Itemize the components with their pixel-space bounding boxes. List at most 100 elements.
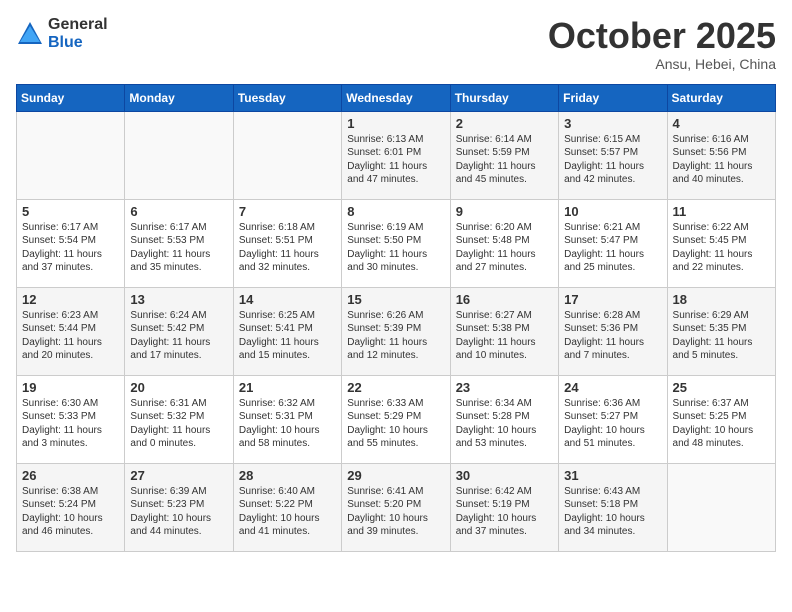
- day-number: 11: [673, 204, 770, 219]
- cell-sunrise-info: Sunrise: 6:30 AM Sunset: 5:33 PM Dayligh…: [22, 397, 119, 451]
- calendar-cell: 8Sunrise: 6:19 AM Sunset: 5:50 PM Daylig…: [342, 199, 450, 287]
- calendar-cell: 21 Sunrise: 6:32 AM Sunset: 5:31 PM Dayli…: [233, 375, 341, 463]
- calendar-table: SundayMondayTuesdayWednesdayThursdayFrid…: [16, 84, 776, 552]
- calendar-cell: 1 Sunrise: 6:13 AM Sunset: 6:01 PM Daylig…: [342, 111, 450, 199]
- day-number: 19: [22, 380, 119, 395]
- cell-sunrise-info: Sunrise: 6:23 AM Sunset: 5:44 PM Dayligh…: [22, 309, 119, 363]
- day-number: 6: [130, 204, 227, 219]
- cell-sunrise-info: Sunrise: 6:20 AM Sunset: 5:48 PM Dayligh…: [456, 221, 553, 275]
- day-number: 16: [456, 292, 553, 307]
- weekday-header-row: SundayMondayTuesdayWednesdayThursdayFrid…: [17, 84, 776, 111]
- calendar-cell: 11Sunrise: 6:22 AM Sunset: 5:45 PM Dayli…: [667, 199, 775, 287]
- calendar-cell: [233, 111, 341, 199]
- day-number: 3: [564, 116, 661, 131]
- day-number: 12: [22, 292, 119, 307]
- calendar-week-3: 19 Sunrise: 6:30 AM Sunset: 5:33 PM Dayli…: [17, 375, 776, 463]
- day-number: 22: [347, 380, 444, 395]
- month-title: October 2025: [548, 16, 776, 56]
- weekday-header-saturday: Saturday: [667, 84, 775, 111]
- cell-sunrise-info: Sunrise: 6:36 AM Sunset: 5:27 PM Dayligh…: [564, 397, 661, 451]
- calendar-cell: 16 Sunrise: 6:27 AM Sunset: 5:38 PM Dayli…: [450, 287, 558, 375]
- cell-sunrise-info: Sunrise: 6:42 AM Sunset: 5:19 PM Dayligh…: [456, 485, 553, 539]
- calendar-cell: 5 Sunrise: 6:17 AM Sunset: 5:54 PM Daylig…: [17, 199, 125, 287]
- day-number: 13: [130, 292, 227, 307]
- cell-sunrise-info: Sunrise: 6:26 AM Sunset: 5:39 PM Dayligh…: [347, 309, 444, 363]
- day-number: 29: [347, 468, 444, 483]
- cell-sunrise-info: Sunrise: 6:14 AM Sunset: 5:59 PM Dayligh…: [456, 133, 553, 187]
- cell-sunrise-info: Sunrise: 6:41 AM Sunset: 5:20 PM Dayligh…: [347, 485, 444, 539]
- calendar-cell: 14Sunrise: 6:25 AM Sunset: 5:41 PM Dayli…: [233, 287, 341, 375]
- day-number: 31: [564, 468, 661, 483]
- day-number: 27: [130, 468, 227, 483]
- cell-sunrise-info: Sunrise: 6:17 AM Sunset: 5:54 PM Dayligh…: [22, 221, 119, 275]
- calendar-cell: 15 Sunrise: 6:26 AM Sunset: 5:39 PM Dayli…: [342, 287, 450, 375]
- calendar-cell: 19 Sunrise: 6:30 AM Sunset: 5:33 PM Dayli…: [17, 375, 125, 463]
- cell-sunrise-info: Sunrise: 6:37 AM Sunset: 5:25 PM Dayligh…: [673, 397, 770, 451]
- calendar-cell: 3 Sunrise: 6:15 AM Sunset: 5:57 PM Daylig…: [559, 111, 667, 199]
- weekday-header-wednesday: Wednesday: [342, 84, 450, 111]
- calendar-week-4: 26Sunrise: 6:38 AM Sunset: 5:24 PM Dayli…: [17, 463, 776, 551]
- cell-sunrise-info: Sunrise: 6:32 AM Sunset: 5:31 PM Dayligh…: [239, 397, 336, 451]
- calendar-cell: 27 Sunrise: 6:39 AM Sunset: 5:23 PM Dayli…: [125, 463, 233, 551]
- logo-icon: [16, 20, 44, 48]
- calendar-cell: 17Sunrise: 6:28 AM Sunset: 5:36 PM Dayli…: [559, 287, 667, 375]
- day-number: 21: [239, 380, 336, 395]
- cell-sunrise-info: Sunrise: 6:27 AM Sunset: 5:38 PM Dayligh…: [456, 309, 553, 363]
- cell-sunrise-info: Sunrise: 6:40 AM Sunset: 5:22 PM Dayligh…: [239, 485, 336, 539]
- calendar-cell: 23Sunrise: 6:34 AM Sunset: 5:28 PM Dayli…: [450, 375, 558, 463]
- day-number: 30: [456, 468, 553, 483]
- day-number: 9: [456, 204, 553, 219]
- calendar-cell: 18 Sunrise: 6:29 AM Sunset: 5:35 PM Dayli…: [667, 287, 775, 375]
- day-number: 23: [456, 380, 553, 395]
- cell-sunrise-info: Sunrise: 6:17 AM Sunset: 5:53 PM Dayligh…: [130, 221, 227, 275]
- weekday-header-tuesday: Tuesday: [233, 84, 341, 111]
- logo-blue-text: Blue: [48, 34, 108, 52]
- calendar-week-2: 12 Sunrise: 6:23 AM Sunset: 5:44 PM Dayli…: [17, 287, 776, 375]
- cell-sunrise-info: Sunrise: 6:33 AM Sunset: 5:29 PM Dayligh…: [347, 397, 444, 451]
- day-number: 5: [22, 204, 119, 219]
- day-number: 25: [673, 380, 770, 395]
- calendar-week-1: 5 Sunrise: 6:17 AM Sunset: 5:54 PM Daylig…: [17, 199, 776, 287]
- calendar-cell: [125, 111, 233, 199]
- location-text: Ansu, Hebei, China: [548, 56, 776, 72]
- cell-sunrise-info: Sunrise: 6:43 AM Sunset: 5:18 PM Dayligh…: [564, 485, 661, 539]
- day-number: 7: [239, 204, 336, 219]
- cell-sunrise-info: Sunrise: 6:16 AM Sunset: 5:56 PM Dayligh…: [673, 133, 770, 187]
- calendar-cell: 24Sunrise: 6:36 AM Sunset: 5:27 PM Dayli…: [559, 375, 667, 463]
- cell-sunrise-info: Sunrise: 6:21 AM Sunset: 5:47 PM Dayligh…: [564, 221, 661, 275]
- day-number: 1: [347, 116, 444, 131]
- calendar-cell: 4 Sunrise: 6:16 AM Sunset: 5:56 PM Daylig…: [667, 111, 775, 199]
- day-number: 15: [347, 292, 444, 307]
- day-number: 28: [239, 468, 336, 483]
- page-header: General Blue October 2025 Ansu, Hebei, C…: [16, 16, 776, 72]
- calendar-header: SundayMondayTuesdayWednesdayThursdayFrid…: [17, 84, 776, 111]
- weekday-header-monday: Monday: [125, 84, 233, 111]
- cell-sunrise-info: Sunrise: 6:18 AM Sunset: 5:51 PM Dayligh…: [239, 221, 336, 275]
- cell-sunrise-info: Sunrise: 6:15 AM Sunset: 5:57 PM Dayligh…: [564, 133, 661, 187]
- calendar-cell: 6 Sunrise: 6:17 AM Sunset: 5:53 PM Daylig…: [125, 199, 233, 287]
- calendar-week-0: 1 Sunrise: 6:13 AM Sunset: 6:01 PM Daylig…: [17, 111, 776, 199]
- cell-sunrise-info: Sunrise: 6:31 AM Sunset: 5:32 PM Dayligh…: [130, 397, 227, 451]
- calendar-cell: 31 Sunrise: 6:43 AM Sunset: 5:18 PM Dayli…: [559, 463, 667, 551]
- calendar-cell: 28 Sunrise: 6:40 AM Sunset: 5:22 PM Dayli…: [233, 463, 341, 551]
- weekday-header-thursday: Thursday: [450, 84, 558, 111]
- cell-sunrise-info: Sunrise: 6:24 AM Sunset: 5:42 PM Dayligh…: [130, 309, 227, 363]
- cell-sunrise-info: Sunrise: 6:38 AM Sunset: 5:24 PM Dayligh…: [22, 485, 119, 539]
- day-number: 17: [564, 292, 661, 307]
- calendar-cell: 20Sunrise: 6:31 AM Sunset: 5:32 PM Dayli…: [125, 375, 233, 463]
- calendar-cell: [17, 111, 125, 199]
- cell-sunrise-info: Sunrise: 6:29 AM Sunset: 5:35 PM Dayligh…: [673, 309, 770, 363]
- calendar-cell: 25 Sunrise: 6:37 AM Sunset: 5:25 PM Dayli…: [667, 375, 775, 463]
- day-number: 2: [456, 116, 553, 131]
- calendar-cell: 29 Sunrise: 6:41 AM Sunset: 5:20 PM Dayli…: [342, 463, 450, 551]
- title-block: October 2025 Ansu, Hebei, China: [548, 16, 776, 72]
- day-number: 4: [673, 116, 770, 131]
- calendar-cell: 7 Sunrise: 6:18 AM Sunset: 5:51 PM Daylig…: [233, 199, 341, 287]
- calendar-body: 1 Sunrise: 6:13 AM Sunset: 6:01 PM Daylig…: [17, 111, 776, 551]
- day-number: 10: [564, 204, 661, 219]
- cell-sunrise-info: Sunrise: 6:25 AM Sunset: 5:41 PM Dayligh…: [239, 309, 336, 363]
- cell-sunrise-info: Sunrise: 6:39 AM Sunset: 5:23 PM Dayligh…: [130, 485, 227, 539]
- day-number: 18: [673, 292, 770, 307]
- calendar-cell: 9 Sunrise: 6:20 AM Sunset: 5:48 PM Daylig…: [450, 199, 558, 287]
- cell-sunrise-info: Sunrise: 6:13 AM Sunset: 6:01 PM Dayligh…: [347, 133, 444, 187]
